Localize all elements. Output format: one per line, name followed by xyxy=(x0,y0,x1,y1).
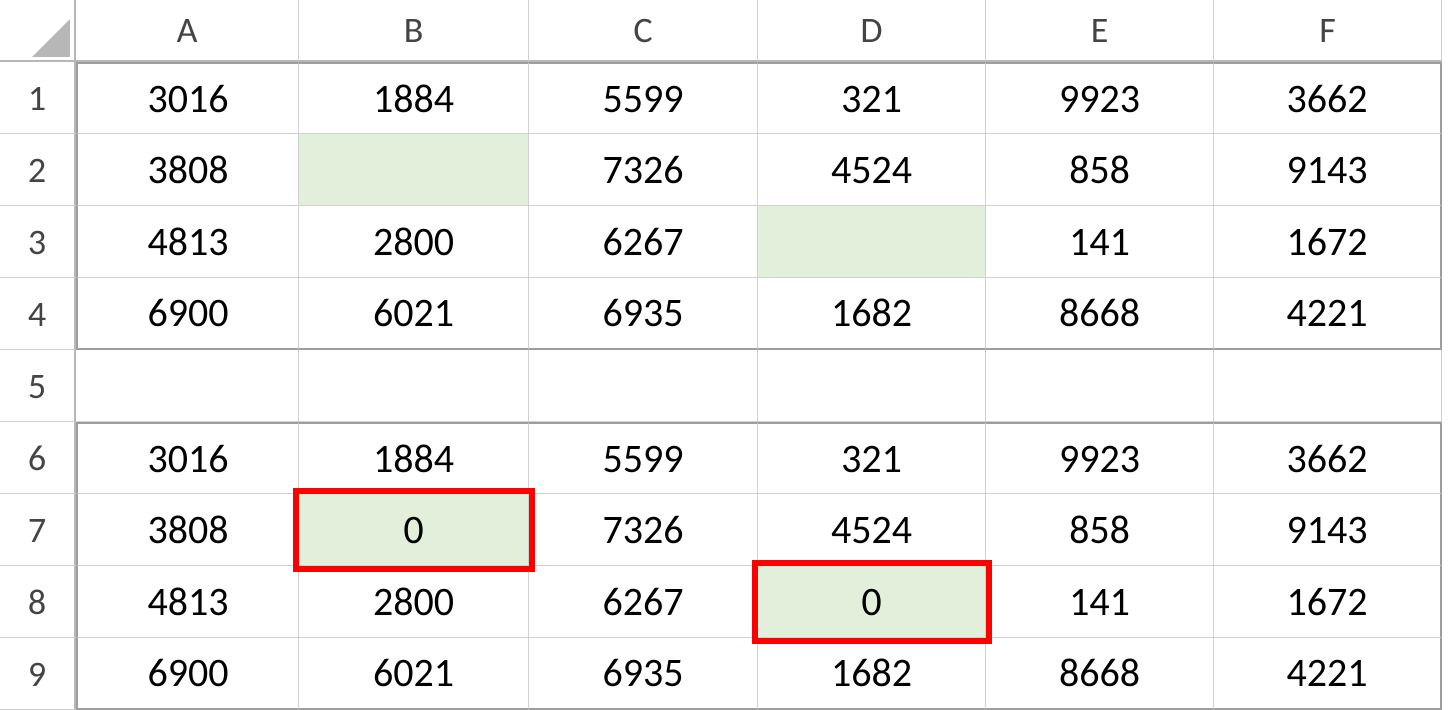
cell-B5[interactable] xyxy=(299,350,529,422)
cell-A8[interactable]: 4813 xyxy=(76,566,299,638)
cell-C5[interactable] xyxy=(529,350,758,422)
cell-D1[interactable]: 321 xyxy=(758,62,986,134)
spreadsheet[interactable]: ABCDEF1234567893016188455993219923366238… xyxy=(0,0,1449,708)
cell-B2[interactable] xyxy=(299,134,529,206)
cell-B4[interactable]: 6021 xyxy=(299,278,529,350)
column-header-B[interactable]: B xyxy=(299,0,529,62)
cell-C1[interactable]: 5599 xyxy=(529,62,758,134)
select-all-corner[interactable] xyxy=(0,0,76,62)
row-header-4[interactable]: 4 xyxy=(0,278,76,350)
cell-D2[interactable]: 4524 xyxy=(758,134,986,206)
cell-E4[interactable]: 8668 xyxy=(986,278,1214,350)
cell-C6[interactable]: 5599 xyxy=(529,422,758,494)
cell-C9[interactable]: 6935 xyxy=(529,638,758,710)
cell-C2[interactable]: 7326 xyxy=(529,134,758,206)
cell-D5[interactable] xyxy=(758,350,986,422)
cell-E6[interactable]: 9923 xyxy=(986,422,1214,494)
cell-F6[interactable]: 3662 xyxy=(1214,422,1442,494)
cell-E5[interactable] xyxy=(986,350,1214,422)
cell-D6[interactable]: 321 xyxy=(758,422,986,494)
row-header-5[interactable]: 5 xyxy=(0,350,76,422)
cell-F1[interactable]: 3662 xyxy=(1214,62,1442,134)
cell-B8[interactable]: 2800 xyxy=(299,566,529,638)
cell-D3[interactable] xyxy=(758,206,986,278)
cell-E9[interactable]: 8668 xyxy=(986,638,1214,710)
cell-E7[interactable]: 858 xyxy=(986,494,1214,566)
column-header-C[interactable]: C xyxy=(529,0,758,62)
cell-C8[interactable]: 6267 xyxy=(529,566,758,638)
cell-E8[interactable]: 141 xyxy=(986,566,1214,638)
cell-D7[interactable]: 4524 xyxy=(758,494,986,566)
cell-A3[interactable]: 4813 xyxy=(76,206,299,278)
cell-F3[interactable]: 1672 xyxy=(1214,206,1442,278)
cell-A4[interactable]: 6900 xyxy=(76,278,299,350)
cell-A2[interactable]: 3808 xyxy=(76,134,299,206)
row-header-2[interactable]: 2 xyxy=(0,134,76,206)
cell-F2[interactable]: 9143 xyxy=(1214,134,1442,206)
cell-D9[interactable]: 1682 xyxy=(758,638,986,710)
cell-A7[interactable]: 3808 xyxy=(76,494,299,566)
row-header-3[interactable]: 3 xyxy=(0,206,76,278)
column-header-F[interactable]: F xyxy=(1214,0,1442,62)
cell-C7[interactable]: 7326 xyxy=(529,494,758,566)
column-header-D[interactable]: D xyxy=(758,0,986,62)
row-header-9[interactable]: 9 xyxy=(0,638,76,710)
cell-F4[interactable]: 4221 xyxy=(1214,278,1442,350)
cell-B9[interactable]: 6021 xyxy=(299,638,529,710)
cell-B6[interactable]: 1884 xyxy=(299,422,529,494)
cell-F9[interactable]: 4221 xyxy=(1214,638,1442,710)
row-header-8[interactable]: 8 xyxy=(0,566,76,638)
select-all-triangle-icon xyxy=(32,19,70,57)
row-header-7[interactable]: 7 xyxy=(0,494,76,566)
cell-A6[interactable]: 3016 xyxy=(76,422,299,494)
cell-A9[interactable]: 6900 xyxy=(76,638,299,710)
cell-D8[interactable]: 0 xyxy=(758,566,986,638)
cell-F7[interactable]: 9143 xyxy=(1214,494,1442,566)
column-header-E[interactable]: E xyxy=(986,0,1214,62)
row-header-1[interactable]: 1 xyxy=(0,62,76,134)
cell-C4[interactable]: 6935 xyxy=(529,278,758,350)
cell-B1[interactable]: 1884 xyxy=(299,62,529,134)
cell-C3[interactable]: 6267 xyxy=(529,206,758,278)
cell-E1[interactable]: 9923 xyxy=(986,62,1214,134)
cell-B3[interactable]: 2800 xyxy=(299,206,529,278)
row-header-6[interactable]: 6 xyxy=(0,422,76,494)
cell-E2[interactable]: 858 xyxy=(986,134,1214,206)
cell-F8[interactable]: 1672 xyxy=(1214,566,1442,638)
cell-A1[interactable]: 3016 xyxy=(76,62,299,134)
column-header-A[interactable]: A xyxy=(76,0,299,62)
cell-B7[interactable]: 0 xyxy=(299,494,529,566)
cell-E3[interactable]: 141 xyxy=(986,206,1214,278)
cell-F5[interactable] xyxy=(1214,350,1442,422)
cell-D4[interactable]: 1682 xyxy=(758,278,986,350)
cell-A5[interactable] xyxy=(76,350,299,422)
